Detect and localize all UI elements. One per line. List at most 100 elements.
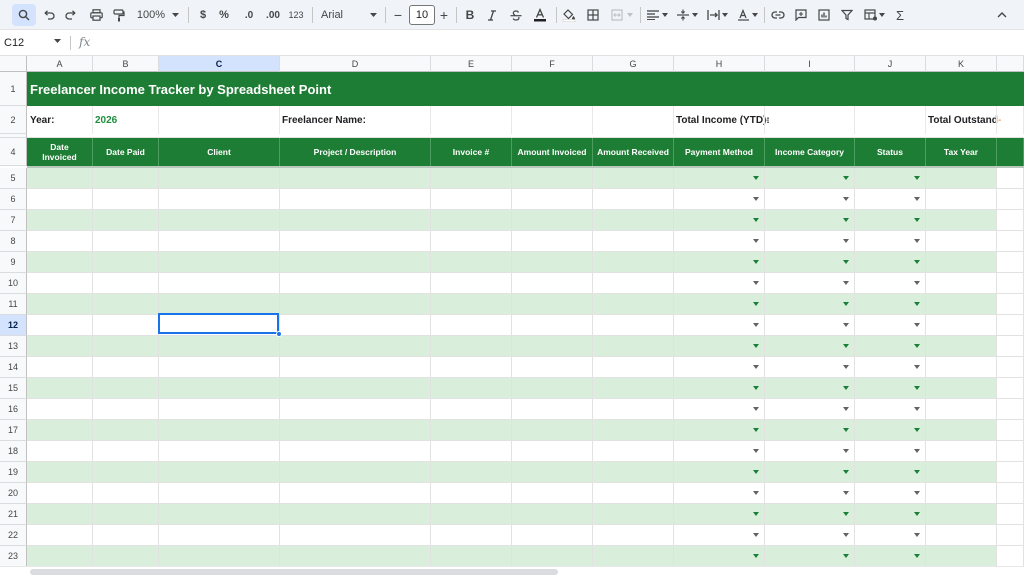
cell[interactable] (765, 504, 855, 525)
dropdown-arrow-icon[interactable] (753, 344, 759, 348)
cell[interactable] (926, 441, 997, 462)
row-header-19[interactable]: 19 (0, 462, 27, 483)
cell[interactable] (997, 504, 1024, 525)
column-header-blank[interactable] (997, 56, 1024, 72)
cell[interactable] (855, 210, 926, 231)
cell[interactable] (93, 504, 159, 525)
cell[interactable] (93, 357, 159, 378)
dropdown-arrow-icon[interactable] (914, 407, 920, 411)
dropdown-arrow-icon[interactable] (753, 323, 759, 327)
cell[interactable] (159, 294, 280, 315)
cell[interactable] (159, 168, 280, 189)
insert-comment-button[interactable] (793, 4, 809, 26)
cell[interactable] (431, 294, 512, 315)
cell[interactable] (926, 462, 997, 483)
fill-color-button[interactable] (561, 4, 577, 26)
cell[interactable] (674, 546, 765, 567)
dropdown-arrow-icon[interactable] (753, 176, 759, 180)
font-size-input[interactable]: 10 (409, 5, 435, 25)
cell[interactable] (997, 399, 1024, 420)
cell[interactable] (593, 420, 674, 441)
column-header-a[interactable]: A (27, 56, 93, 72)
cell[interactable] (280, 525, 431, 546)
row-header-18[interactable]: 18 (0, 441, 27, 462)
dropdown-arrow-icon[interactable] (914, 239, 920, 243)
dropdown-arrow-icon[interactable] (914, 470, 920, 474)
cell[interactable] (27, 525, 93, 546)
cell[interactable] (855, 504, 926, 525)
cell[interactable] (27, 336, 93, 357)
cell[interactable] (926, 504, 997, 525)
dropdown-arrow-icon[interactable] (843, 449, 849, 453)
column-header-h[interactable]: H (674, 56, 765, 72)
rotation-dropdown-arrow[interactable] (751, 4, 759, 26)
cell[interactable] (593, 399, 674, 420)
column-header-j[interactable]: J (855, 56, 926, 72)
cell[interactable] (765, 336, 855, 357)
dropdown-arrow-icon[interactable] (843, 491, 849, 495)
cell[interactable] (997, 546, 1024, 567)
cell[interactable] (926, 189, 997, 210)
cell[interactable] (765, 273, 855, 294)
scrollbar-thumb[interactable] (30, 569, 558, 575)
column-header-i[interactable]: I (765, 56, 855, 72)
row-header-10[interactable]: 10 (0, 273, 27, 294)
cell[interactable] (674, 399, 765, 420)
vertical-align-dropdown-arrow[interactable] (691, 4, 699, 26)
strikethrough-button[interactable] (508, 4, 524, 26)
cell[interactable] (27, 189, 93, 210)
increase-decimal-button[interactable]: .00 (262, 4, 284, 26)
cell[interactable] (765, 252, 855, 273)
dropdown-arrow-icon[interactable] (843, 407, 849, 411)
cell[interactable] (926, 378, 997, 399)
dropdown-arrow-icon[interactable] (843, 554, 849, 558)
row-header-21[interactable]: 21 (0, 504, 27, 525)
cell[interactable] (93, 168, 159, 189)
cell[interactable] (280, 189, 431, 210)
cell[interactable] (93, 189, 159, 210)
row-header-1[interactable]: 1 (0, 72, 27, 106)
filter-button[interactable] (839, 4, 855, 26)
increase-font-size-button[interactable]: + (438, 4, 450, 26)
cell[interactable] (765, 546, 855, 567)
filter-views-button[interactable] (862, 4, 878, 26)
cell[interactable] (93, 336, 159, 357)
row-header-13[interactable]: 13 (0, 336, 27, 357)
dropdown-arrow-icon[interactable] (753, 449, 759, 453)
cell[interactable] (593, 378, 674, 399)
cell[interactable] (593, 315, 674, 336)
dropdown-arrow-icon[interactable] (753, 218, 759, 222)
dropdown-arrow-icon[interactable] (843, 260, 849, 264)
cell[interactable] (27, 273, 93, 294)
cell[interactable] (431, 420, 512, 441)
cell[interactable] (855, 378, 926, 399)
dropdown-arrow-icon[interactable] (914, 533, 920, 537)
cell[interactable] (674, 252, 765, 273)
cell[interactable] (926, 483, 997, 504)
cell[interactable] (512, 189, 593, 210)
cell[interactable] (855, 441, 926, 462)
cell[interactable] (593, 231, 674, 252)
cell[interactable] (431, 504, 512, 525)
column-header-c[interactable]: C (159, 56, 280, 72)
filter-views-dropdown-arrow[interactable] (878, 4, 886, 26)
cell[interactable] (674, 336, 765, 357)
dropdown-arrow-icon[interactable] (753, 302, 759, 306)
insert-link-button[interactable] (769, 4, 787, 26)
dropdown-arrow-icon[interactable] (753, 365, 759, 369)
zoom-dropdown-arrow[interactable] (170, 4, 180, 26)
cell[interactable] (159, 378, 280, 399)
cell[interactable] (159, 504, 280, 525)
cell[interactable] (280, 504, 431, 525)
cell[interactable] (280, 315, 431, 336)
cell[interactable] (27, 483, 93, 504)
row-header-2[interactable]: 2 (0, 106, 27, 134)
cell[interactable] (93, 252, 159, 273)
cell[interactable] (27, 420, 93, 441)
italic-button[interactable] (485, 4, 499, 26)
caret-down-icon[interactable] (54, 39, 61, 43)
dropdown-arrow-icon[interactable] (843, 512, 849, 516)
cell[interactable] (27, 294, 93, 315)
row-header-6[interactable]: 6 (0, 189, 27, 210)
functions-button[interactable]: Σ (893, 4, 907, 26)
